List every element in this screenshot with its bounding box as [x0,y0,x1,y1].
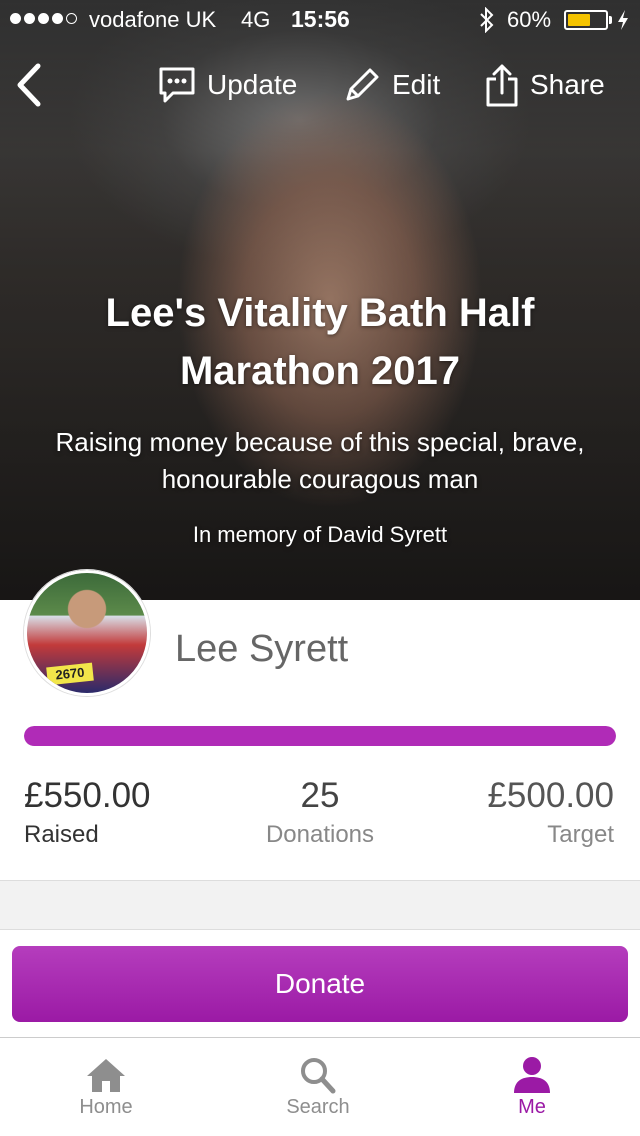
raised-label: Raised [24,821,99,848]
edit-label: Edit [392,69,441,100]
status-bar: vodafone UK 4G 15:56 60% [0,0,640,40]
back-button[interactable] [12,60,52,110]
battery-percent: 60% [507,7,552,32]
tab-me[interactable]: Me [452,1038,612,1136]
fundraising-progress-bar [24,726,616,746]
donate-label: Donate [274,968,366,999]
avatar[interactable]: 2670 [24,570,150,696]
edit-button[interactable]: Edit [342,60,440,110]
home-icon [87,1059,125,1092]
search-icon [301,1058,336,1094]
battery-tip [609,16,612,24]
page-subtitle: Raising money because of this special, b… [55,427,585,494]
share-icon [486,64,518,107]
battery-icon [564,10,608,30]
tab-bar: Home Search Me [0,1037,640,1136]
tab-search-label: Search [286,1096,350,1118]
status-time: 15:56 [291,6,350,32]
tab-home[interactable]: Home [26,1038,186,1136]
donations-count: 25 [300,776,340,815]
charging-icon [616,9,630,37]
section-divider [0,880,640,930]
bluetooth-icon [478,6,496,39]
in-memory-text: In memory of David Syrett [192,522,448,547]
update-label: Update [207,69,298,100]
tab-search[interactable]: Search [238,1038,398,1136]
donations-label: Donations [265,821,375,848]
battery-fill [568,14,590,26]
share-label: Share [530,69,605,100]
chevron-left-icon [17,63,41,107]
signal-strength-icon [10,13,77,24]
carrier-name: vodafone UK [89,7,217,32]
target-amount: £500.00 [487,776,614,815]
avatar-bib-number: 2670 [46,662,94,686]
fundraiser-name: Lee Syrett [175,628,349,670]
pencil-icon [346,68,379,101]
share-button[interactable]: Share [484,60,605,110]
update-button[interactable]: Update [157,60,297,110]
tab-home-label: Home [79,1096,133,1118]
raised-amount: £550.00 [24,776,151,815]
tab-me-label: Me [518,1096,546,1118]
target-label: Target [547,821,614,848]
page-title: Lee's Vitality Bath Half Marathon 2017 [105,291,535,393]
donate-button[interactable]: Donate [12,946,628,1022]
progress-fill [24,726,616,746]
network-type: 4G [241,7,271,32]
speech-bubble-icon [159,67,195,103]
person-icon [514,1057,550,1093]
